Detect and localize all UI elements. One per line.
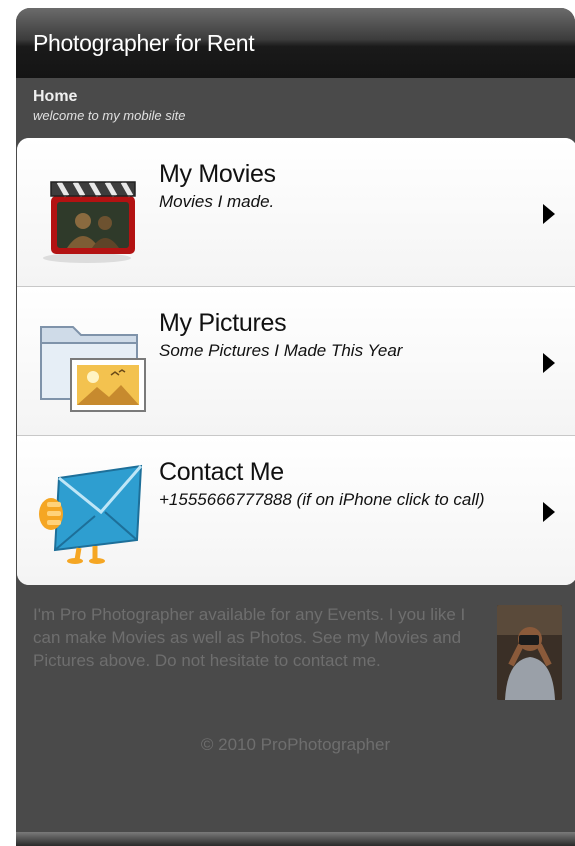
page-header: Home welcome to my mobile site bbox=[16, 78, 575, 140]
chevron-right-icon bbox=[543, 204, 555, 224]
menu-item-text: My Pictures Some Pictures I Made This Ye… bbox=[159, 309, 539, 362]
menu-item-label: Contact Me bbox=[159, 458, 284, 486]
main-menu: My Movies Movies I made. My Pictures Som… bbox=[17, 138, 575, 585]
movie-clapper-icon bbox=[37, 166, 137, 266]
menu-item-description: Some Pictures I Made This Year bbox=[159, 341, 403, 360]
photographer-photo bbox=[497, 605, 562, 700]
chevron-right-icon bbox=[543, 353, 555, 373]
page-tagline: welcome to my mobile site bbox=[33, 108, 186, 123]
picture-folder-icon bbox=[37, 315, 146, 415]
mobile-screen: Photographer for Rent Home welcome to my… bbox=[16, 8, 575, 846]
menu-item-label: My Movies bbox=[159, 160, 276, 188]
menu-item-label: My Pictures bbox=[159, 309, 287, 337]
menu-item-description: +1555666777888 (if on iPhone click to ca… bbox=[159, 490, 485, 509]
bottom-bar bbox=[16, 832, 575, 846]
menu-item-pictures[interactable]: My Pictures Some Pictures I Made This Ye… bbox=[17, 287, 575, 436]
menu-item-description: Movies I made. bbox=[159, 192, 275, 211]
about-text: I'm Pro Photographer available for any E… bbox=[33, 605, 466, 670]
menu-item-movies[interactable]: My Movies Movies I made. bbox=[17, 138, 575, 287]
title-bar: Photographer for Rent bbox=[16, 8, 575, 78]
menu-item-text: My Movies Movies I made. bbox=[159, 160, 539, 213]
copyright: © 2010 ProPhotographer bbox=[200, 735, 391, 754]
menu-item-contact[interactable]: Contact Me +1555666777888 (if on iPhone … bbox=[17, 436, 575, 585]
menu-item-text: Contact Me +1555666777888 (if on iPhone … bbox=[159, 458, 539, 511]
envelope-icon bbox=[37, 464, 143, 564]
chevron-right-icon bbox=[543, 502, 555, 522]
app-title: Photographer for Rent bbox=[33, 30, 255, 56]
page-title: Home bbox=[33, 88, 78, 105]
